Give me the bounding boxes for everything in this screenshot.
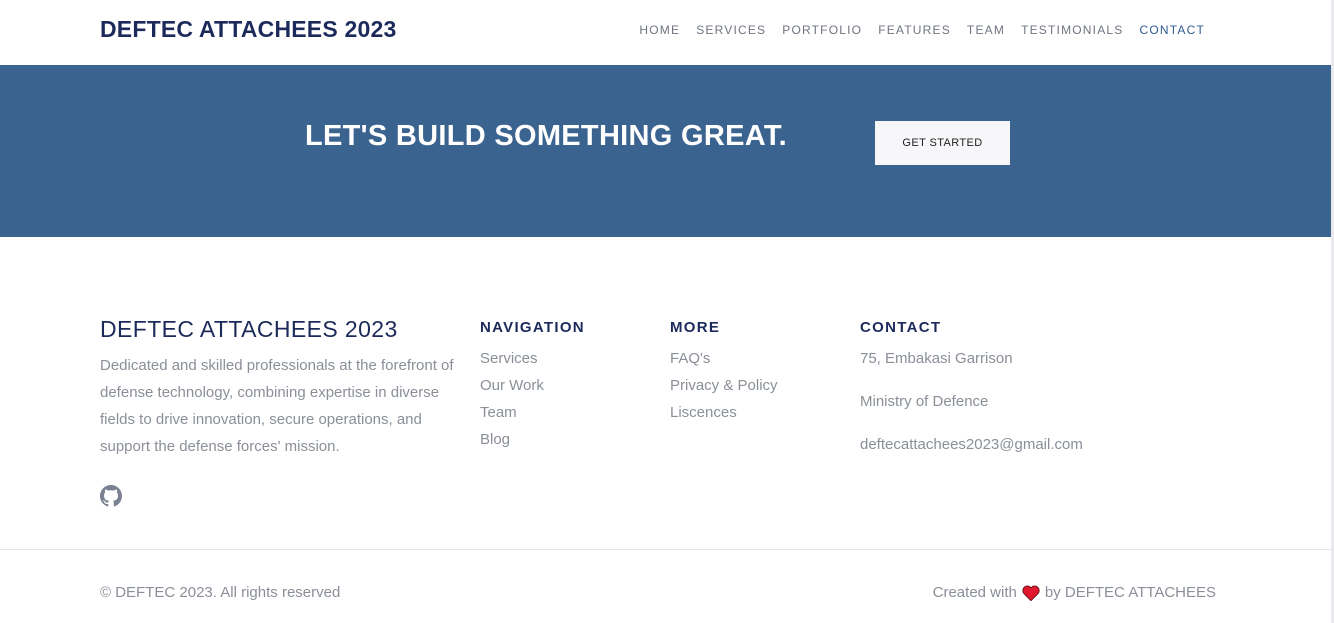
more-links: FAQ's Privacy & Policy Liscences [670, 345, 778, 426]
list-item: Services [480, 345, 585, 372]
footer-about: DEFTEC ATTACHEES 2023 Dedicated and skil… [100, 316, 460, 460]
footer-more: MORE FAQ's Privacy & Policy Liscences [670, 316, 778, 426]
get-started-button[interactable]: GET STARTED [875, 121, 1010, 165]
list-item: Liscences [670, 399, 778, 426]
list-item: Privacy & Policy [670, 372, 778, 399]
heart-icon [1022, 585, 1040, 601]
footer-contact: CONTACT 75, Embakasi Garrison Ministry o… [860, 316, 1083, 458]
banner-title: LET'S BUILD SOMETHING GREAT. [305, 120, 787, 152]
list-item: Blog [480, 426, 585, 453]
main-nav: HOME SERVICES PORTFOLIO FEATURES TEAM TE… [639, 23, 1205, 37]
footer-navigation: NAVIGATION Services Our Work Team Blog [480, 316, 585, 453]
navigation-links: Services Our Work Team Blog [480, 345, 585, 453]
list-item: FAQ's [670, 345, 778, 372]
footer-link-faqs[interactable]: FAQ's [670, 350, 710, 367]
footer-link-services[interactable]: Services [480, 350, 538, 367]
nav-team[interactable]: TEAM [967, 23, 1005, 37]
contact-email[interactable]: deftecattachees2023@gmail.com [860, 431, 1083, 458]
footer-link-blog[interactable]: Blog [480, 431, 510, 448]
footer-link-team[interactable]: Team [480, 404, 517, 421]
credit-suffix: by DEFTEC ATTACHEES [1044, 584, 1216, 601]
nav-services[interactable]: SERVICES [696, 23, 766, 37]
contact-details: 75, Embakasi Garrison Ministry of Defenc… [860, 345, 1083, 458]
copyright-text: © DEFTEC 2023. All rights reserved [100, 584, 341, 601]
more-heading: MORE [670, 319, 721, 336]
nav-home[interactable]: HOME [639, 23, 680, 37]
brand-logo-text[interactable]: DEFTEC ATTACHEES 2023 [100, 16, 396, 43]
footer-link-our-work[interactable]: Our Work [480, 377, 544, 394]
footer-link-privacy-policy[interactable]: Privacy & Policy [670, 377, 778, 394]
nav-features[interactable]: FEATURES [878, 23, 951, 37]
list-item: Team [480, 399, 585, 426]
footer-about-description: Dedicated and skilled professionals at t… [100, 357, 454, 455]
footer-credit: Created with by DEFTEC ATTACHEES [933, 584, 1216, 601]
contact-address: 75, Embakasi Garrison [860, 350, 1013, 367]
cta-banner: LET'S BUILD SOMETHING GREAT. GET STARTED [0, 65, 1331, 237]
list-item: Our Work [480, 372, 585, 399]
contact-organization: Ministry of Defence [860, 393, 989, 410]
nav-portfolio[interactable]: PORTFOLIO [782, 23, 862, 37]
nav-contact[interactable]: CONTACT [1139, 23, 1205, 37]
nav-testimonials[interactable]: TESTIMONIALS [1021, 23, 1123, 37]
footer-link-licences[interactable]: Liscences [670, 404, 737, 421]
footer-divider [0, 549, 1331, 550]
credit-prefix: Created with [932, 584, 1017, 601]
footer-brand-title: DEFTEC ATTACHEES 2023 [100, 316, 398, 342]
github-icon[interactable] [100, 485, 122, 507]
contact-heading: CONTACT [860, 319, 942, 336]
navigation-heading: NAVIGATION [480, 319, 585, 336]
site-header: DEFTEC ATTACHEES 2023 HOME SERVICES PORT… [0, 0, 1331, 65]
